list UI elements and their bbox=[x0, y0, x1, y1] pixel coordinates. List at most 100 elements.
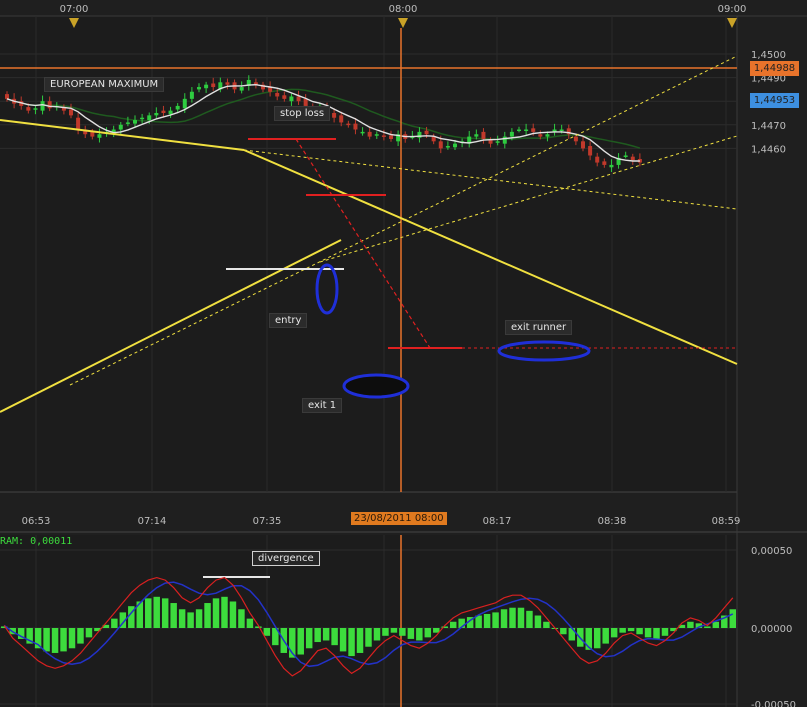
histogram-bar bbox=[161, 598, 169, 628]
candle-body bbox=[623, 155, 628, 157]
candle-body bbox=[204, 84, 209, 89]
histogram-bar bbox=[509, 607, 516, 628]
candle-body bbox=[97, 134, 102, 138]
candle-body bbox=[47, 101, 52, 109]
histogram-bar bbox=[492, 612, 499, 628]
candle-body bbox=[346, 123, 351, 126]
candle-body bbox=[438, 141, 443, 149]
price-tick-label: 1,4500 bbox=[751, 50, 786, 61]
candle-body bbox=[125, 122, 130, 124]
histogram-bar bbox=[517, 607, 525, 628]
candle-body bbox=[381, 135, 386, 137]
candle-body bbox=[595, 156, 600, 163]
histogram-bar bbox=[85, 628, 93, 638]
time-tick-label: 08:17 bbox=[483, 516, 512, 527]
price-tag-orange: 1,44988 bbox=[750, 61, 799, 76]
histogram-bar bbox=[356, 628, 364, 653]
entry-label: entry bbox=[269, 313, 308, 328]
histogram-bar bbox=[483, 613, 491, 628]
histogram-bar bbox=[729, 609, 736, 628]
histogram-bar bbox=[60, 628, 67, 652]
histogram-bar bbox=[229, 601, 237, 628]
time-tick-label: 07:14 bbox=[138, 516, 167, 527]
candle-body bbox=[495, 141, 500, 143]
histogram-bar bbox=[348, 628, 355, 657]
candle-body bbox=[573, 136, 578, 142]
candle-body bbox=[182, 98, 187, 109]
forex-chart[interactable]: 1,45001,44901,44801,44701,446006:5307:14… bbox=[0, 0, 807, 707]
histogram-bar bbox=[331, 628, 338, 646]
candle-body bbox=[90, 131, 95, 137]
time-tick-label: 07:35 bbox=[253, 516, 282, 527]
candle-body bbox=[76, 117, 81, 130]
histogram-bar bbox=[644, 628, 652, 638]
histogram-bar bbox=[712, 621, 720, 628]
candle-body bbox=[303, 98, 308, 106]
histogram-bar bbox=[297, 628, 304, 655]
candle-body bbox=[353, 123, 358, 130]
histogram-bar bbox=[263, 628, 271, 636]
candle-body bbox=[289, 96, 294, 102]
candle-body bbox=[581, 141, 585, 149]
price-tag-blue: 1,44953 bbox=[750, 93, 799, 108]
top-time-label: 09:00 bbox=[718, 4, 747, 15]
candle-body bbox=[360, 131, 365, 134]
divergence-label: divergence bbox=[252, 551, 320, 566]
candle-body bbox=[282, 95, 287, 99]
histogram-bar bbox=[77, 628, 84, 644]
price-tick-label: 1,4460 bbox=[751, 144, 786, 155]
histogram-bar bbox=[687, 621, 694, 628]
histogram-bar bbox=[373, 628, 381, 641]
histogram-bar bbox=[51, 628, 59, 653]
histogram-bar bbox=[627, 628, 635, 632]
oscillator-plot-area bbox=[0, 535, 737, 707]
histogram-bar bbox=[619, 628, 626, 633]
histogram-bar bbox=[322, 628, 330, 641]
candle-body bbox=[374, 134, 379, 136]
histogram-bar bbox=[68, 628, 76, 649]
candle-body bbox=[474, 134, 479, 137]
candle-body bbox=[445, 146, 450, 148]
osc-tick-label: 0,00050 bbox=[751, 546, 792, 557]
top-time-label: 07:00 bbox=[60, 4, 89, 15]
candle-body bbox=[118, 124, 123, 130]
histogram-bar bbox=[221, 596, 228, 628]
histogram-bar bbox=[560, 628, 567, 635]
candle-body bbox=[40, 101, 45, 111]
histogram-bar bbox=[238, 609, 245, 628]
histogram-bar bbox=[111, 618, 118, 628]
histogram-bar bbox=[636, 628, 643, 635]
candle-body bbox=[517, 129, 521, 132]
candle-body bbox=[211, 83, 216, 88]
candle-body bbox=[389, 135, 393, 139]
candle-body bbox=[332, 113, 337, 118]
candle-body bbox=[239, 87, 244, 91]
osc-tick-label: 0,00000 bbox=[751, 624, 792, 635]
european-maximum-label: EUROPEAN MAXIMUM bbox=[44, 77, 165, 92]
histogram-bar bbox=[314, 628, 321, 643]
candle-body bbox=[453, 143, 457, 148]
histogram-bar bbox=[653, 628, 660, 639]
histogram-bar bbox=[399, 628, 406, 636]
histogram-bar bbox=[43, 628, 50, 652]
candle-body bbox=[133, 120, 137, 124]
histogram-bar bbox=[704, 626, 711, 628]
histogram-bar bbox=[500, 609, 508, 628]
histogram-bar bbox=[424, 628, 432, 638]
candle-body bbox=[69, 109, 73, 116]
histogram-bar bbox=[195, 609, 203, 628]
candle-body bbox=[367, 131, 372, 137]
price-tick-label: 1,4470 bbox=[751, 121, 786, 132]
candle-body bbox=[602, 161, 607, 165]
time-tick-label: 08:59 bbox=[712, 516, 741, 527]
candle-body bbox=[147, 115, 152, 121]
histogram-bar bbox=[475, 615, 482, 628]
histogram-bar bbox=[593, 628, 601, 649]
histogram-bar bbox=[246, 618, 254, 628]
stop-loss-label: stop loss bbox=[274, 106, 331, 121]
candle-body bbox=[296, 96, 301, 102]
candle-body bbox=[545, 134, 550, 137]
candle-body bbox=[5, 94, 9, 99]
histogram-bar bbox=[145, 598, 152, 628]
candle-body bbox=[168, 110, 173, 115]
